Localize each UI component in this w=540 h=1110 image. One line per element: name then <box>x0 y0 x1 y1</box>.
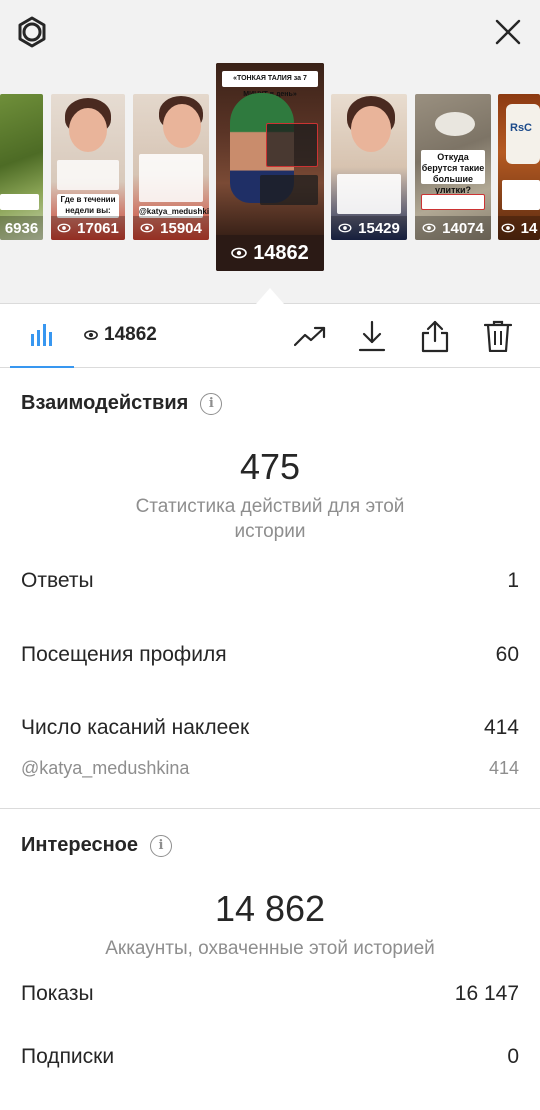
story-caption <box>421 194 485 210</box>
tab-viewers[interactable]: 14862 <box>84 324 157 346</box>
delete-button[interactable] <box>480 318 516 354</box>
story-views-badge: 14 <box>498 216 540 240</box>
story-views-badge: 14862 <box>216 235 324 271</box>
section-divider <box>0 808 540 809</box>
eye-icon <box>84 330 98 340</box>
eye-icon <box>231 247 247 259</box>
insights-toolbar: 14862 <box>0 304 540 368</box>
story-figure <box>351 106 391 152</box>
row-label: Ответы <box>21 569 94 592</box>
story-thumbnail[interactable]: Где в течении недели вы: 17061 <box>51 94 125 240</box>
story-views: 17061 <box>77 219 119 237</box>
info-icon[interactable]: i <box>150 834 172 857</box>
row-label: Число касаний наклеек <box>21 716 250 739</box>
eye-icon <box>422 223 436 233</box>
story-views-badge: 17061 <box>51 216 125 240</box>
story-caption <box>337 174 401 214</box>
row-value: 16 147 <box>454 982 519 1005</box>
mention-value: 414 <box>488 758 519 778</box>
story-views: 15429 <box>358 219 400 237</box>
row-label: Посещения профиля <box>21 643 227 666</box>
story-caption <box>260 175 318 205</box>
story-figure <box>435 112 475 136</box>
tab-insights[interactable] <box>10 304 74 368</box>
download-button[interactable] <box>354 318 390 354</box>
close-button[interactable] <box>490 14 526 50</box>
share-button[interactable] <box>417 318 453 354</box>
download-icon <box>358 320 386 352</box>
story-caption: Где в течении недели вы: <box>57 194 119 218</box>
story-views: 15904 <box>160 219 202 237</box>
row-value: 60 <box>495 643 519 666</box>
mention-label: @katya_medushkina <box>21 758 190 778</box>
story-thumbnail[interactable]: 6936 <box>0 94 43 240</box>
bar-chart-icon <box>31 324 52 346</box>
discovery-title: Интересное <box>21 834 138 856</box>
eye-icon <box>140 223 154 233</box>
profile-visits-row: Посещения профиля 60 <box>21 643 519 667</box>
story-caption <box>139 154 203 202</box>
eye-icon <box>338 223 352 233</box>
trending-up-icon <box>294 326 326 347</box>
eye-icon <box>57 223 71 233</box>
promote-button[interactable] <box>292 318 328 354</box>
story-views-badge: 14074 <box>415 216 491 240</box>
story-views: 14074 <box>442 219 484 237</box>
discovery-section-title: Интересное i <box>21 834 172 857</box>
trash-icon <box>484 320 512 352</box>
viewers-count: 14862 <box>104 324 157 345</box>
story-caption <box>266 123 318 167</box>
row-value: 414 <box>483 716 519 739</box>
story-thumbnail[interactable]: 15429 <box>331 94 407 240</box>
story-caption: Откуда берутся такие большие улитки? <box>421 150 485 195</box>
close-icon <box>495 19 521 45</box>
story-views-badge: 15429 <box>331 216 407 240</box>
story-figure <box>69 108 107 152</box>
story-views: 14862 <box>253 241 309 264</box>
story-views: 6936 <box>4 219 39 237</box>
impressions-row: Показы 16 147 <box>21 982 519 1006</box>
settings-button[interactable] <box>14 14 50 50</box>
discovery-total: 14 862 <box>214 888 326 929</box>
story-figure: RsC <box>506 104 540 164</box>
row-value: 0 <box>507 1045 519 1068</box>
row-label: Подписки <box>21 1045 115 1068</box>
story-caption <box>57 160 119 190</box>
sticker-taps-row: Число касаний наклеек 414 <box>21 716 519 740</box>
row-label: Показы <box>21 982 94 1005</box>
selected-story-pointer <box>256 288 284 304</box>
replies-row: Ответы 1 <box>21 569 519 593</box>
story-caption <box>0 194 39 210</box>
interactions-subtitle: Статистика действий для этой истории <box>135 496 405 542</box>
story-views-badge: 6936 <box>0 216 43 240</box>
follows-row: Подписки 0 <box>21 1045 519 1069</box>
interactions-section-title: Взаимодействия i <box>21 392 223 415</box>
row-value: 1 <box>507 569 519 592</box>
share-icon <box>421 320 449 353</box>
story-views-badge: 15904 <box>133 216 209 240</box>
story-thumbnail-selected[interactable]: «ТОНКАЯ ТАЛИЯ за 7 МИНУТ в день» 14862 <box>216 63 324 271</box>
info-icon[interactable]: i <box>200 392 223 415</box>
story-views: 14 <box>520 219 538 237</box>
story-carousel[interactable]: 6936 Где в течении недели вы: 17061 @kat… <box>0 0 540 304</box>
story-figure <box>163 104 201 148</box>
discovery-subtitle: Аккаунты, охваченные этой историей <box>105 938 435 959</box>
interactions-total: 475 <box>239 446 301 487</box>
settings-icon <box>18 16 46 48</box>
story-caption: «ТОНКАЯ ТАЛИЯ за 7 МИНУТ в день» <box>222 71 318 98</box>
story-thumbnail[interactable]: Откуда берутся такие большие улитки? 140… <box>415 94 491 240</box>
story-caption <box>502 180 540 210</box>
sticker-mention-row[interactable]: @katya_medushkina 414 <box>21 758 519 779</box>
eye-icon <box>501 223 515 233</box>
interactions-title: Взаимодействия <box>21 392 189 414</box>
story-thumbnail[interactable]: RsC 14 <box>498 94 540 240</box>
story-thumbnail[interactable]: @katya_medushkina 15904 <box>133 94 209 240</box>
